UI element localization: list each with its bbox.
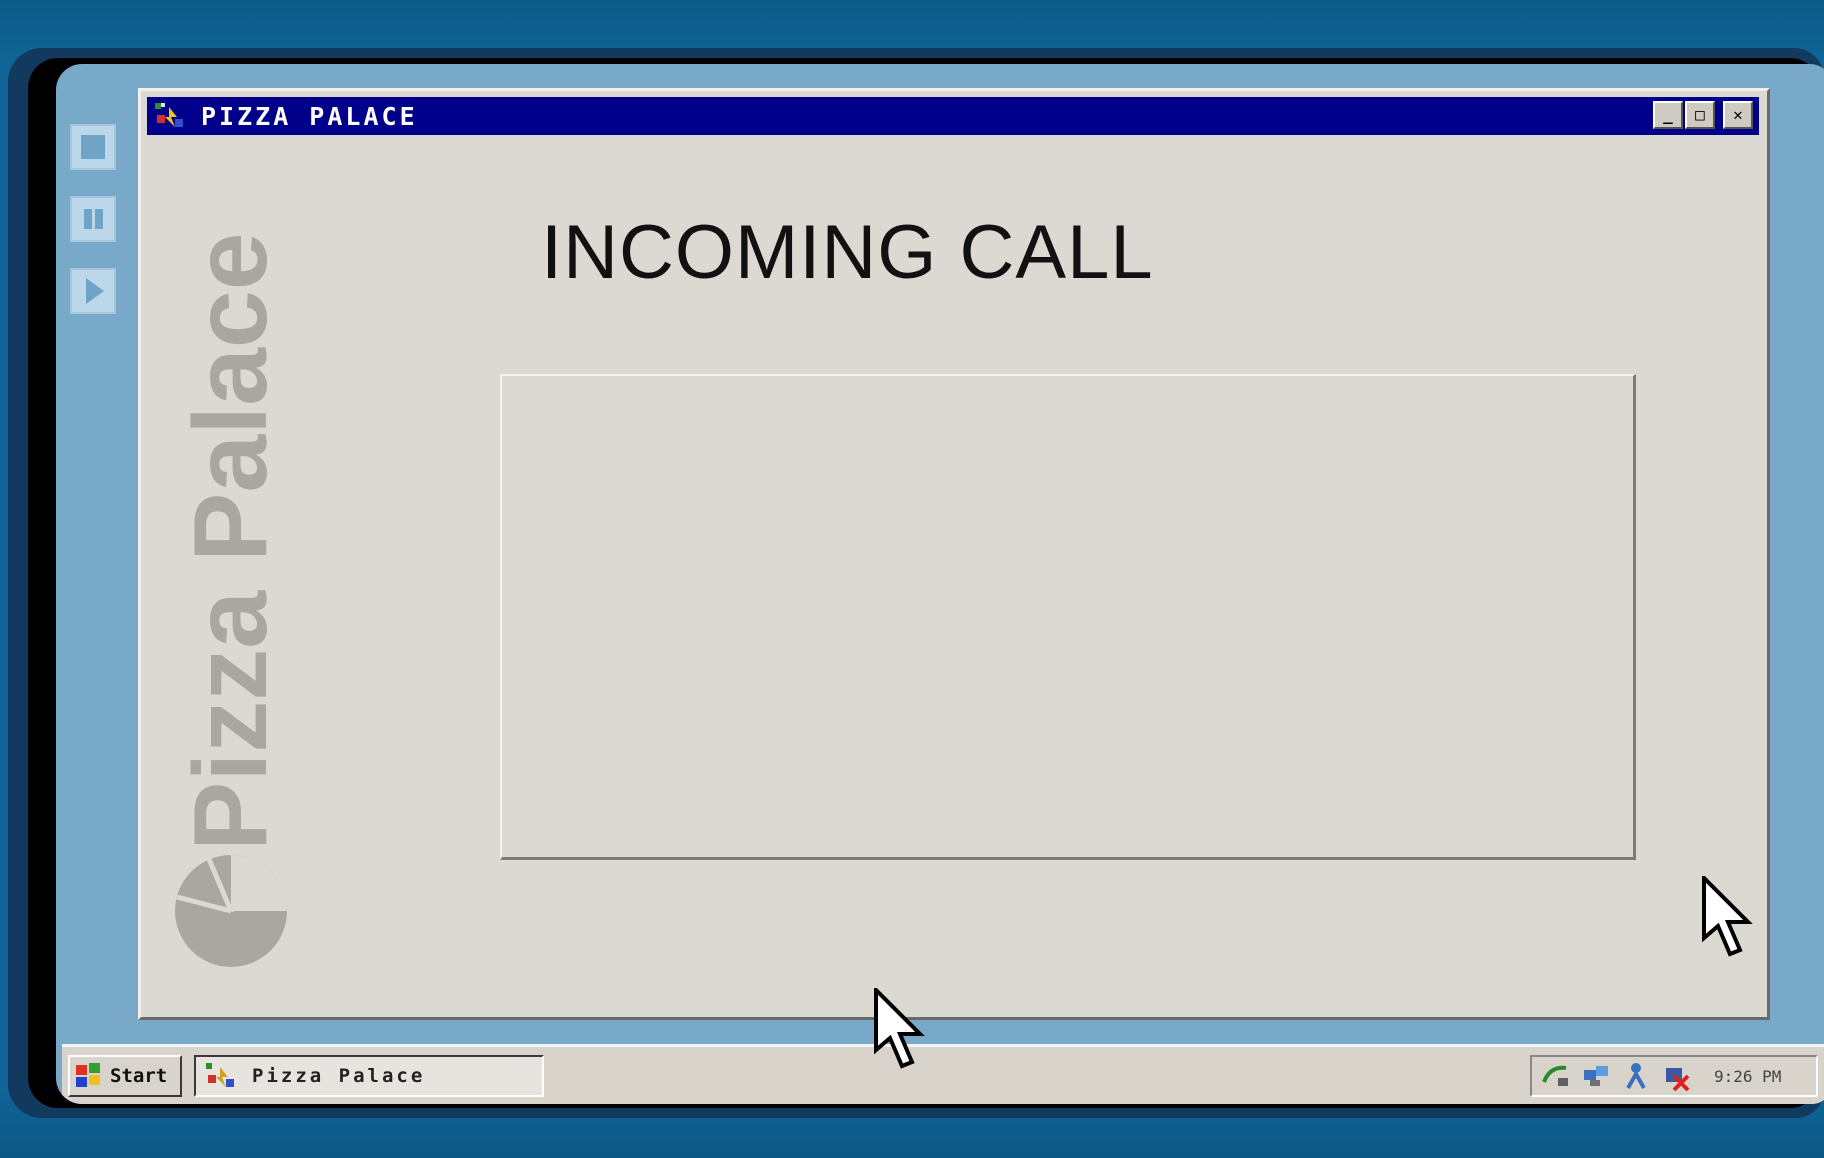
window-controls: _ □ ✕ <box>1653 101 1753 129</box>
side-media-controls <box>70 124 122 340</box>
desktop-screen: PIZZA PALACE _ □ ✕ Pizza Palace INCOMING… <box>56 64 1824 1104</box>
mouse-cursor <box>872 985 932 1078</box>
window-title: PIZZA PALACE <box>201 101 418 131</box>
pizza-logo-icon <box>175 855 287 967</box>
device-bezel: PIZZA PALACE _ □ ✕ Pizza Palace INCOMING… <box>8 48 1824 1118</box>
taskbar-item-label: Pizza Palace <box>252 1065 426 1087</box>
app-icon <box>153 101 187 131</box>
stop-icon <box>81 135 105 159</box>
minimize-button[interactable]: _ <box>1653 101 1683 129</box>
stop-button[interactable] <box>70 124 116 170</box>
call-details-panel <box>500 374 1636 860</box>
app-window: PIZZA PALACE _ □ ✕ Pizza Palace INCOMING… <box>138 88 1770 1020</box>
title-bar[interactable]: PIZZA PALACE _ □ ✕ <box>147 97 1759 135</box>
brand-watermark-text: Pizza Palace <box>173 232 289 851</box>
pause-icon <box>83 209 103 229</box>
taskbar: Start Pizza Palace 9:26 PM <box>62 1044 1824 1104</box>
device-border: PIZZA PALACE _ □ ✕ Pizza Palace INCOMING… <box>28 58 1824 1108</box>
app-icon <box>206 1063 234 1087</box>
taskbar-clock: 9:26 PM <box>1714 1066 1782 1086</box>
maximize-button[interactable]: □ <box>1685 101 1715 129</box>
pause-button[interactable] <box>70 196 116 242</box>
connection-icon[interactable] <box>1580 1060 1612 1092</box>
close-button[interactable]: ✕ <box>1723 101 1753 129</box>
alert-icon[interactable] <box>1660 1060 1692 1092</box>
play-icon <box>86 278 104 304</box>
incoming-call-heading: INCOMING CALL <box>541 210 1154 295</box>
mouse-cursor-secondary <box>1700 873 1760 966</box>
start-label: Start <box>110 1065 168 1087</box>
brand-watermark: Pizza Palace <box>171 151 291 971</box>
play-button[interactable] <box>70 268 116 314</box>
system-tray: 9:26 PM <box>1530 1055 1818 1097</box>
start-button[interactable]: Start <box>68 1055 182 1097</box>
network-icon[interactable] <box>1540 1060 1572 1092</box>
windows-logo-icon <box>76 1063 100 1087</box>
user-icon[interactable] <box>1620 1060 1652 1092</box>
taskbar-item-pizza-palace[interactable]: Pizza Palace <box>194 1055 544 1097</box>
video-frame: PIZZA PALACE _ □ ✕ Pizza Palace INCOMING… <box>0 0 1824 1158</box>
